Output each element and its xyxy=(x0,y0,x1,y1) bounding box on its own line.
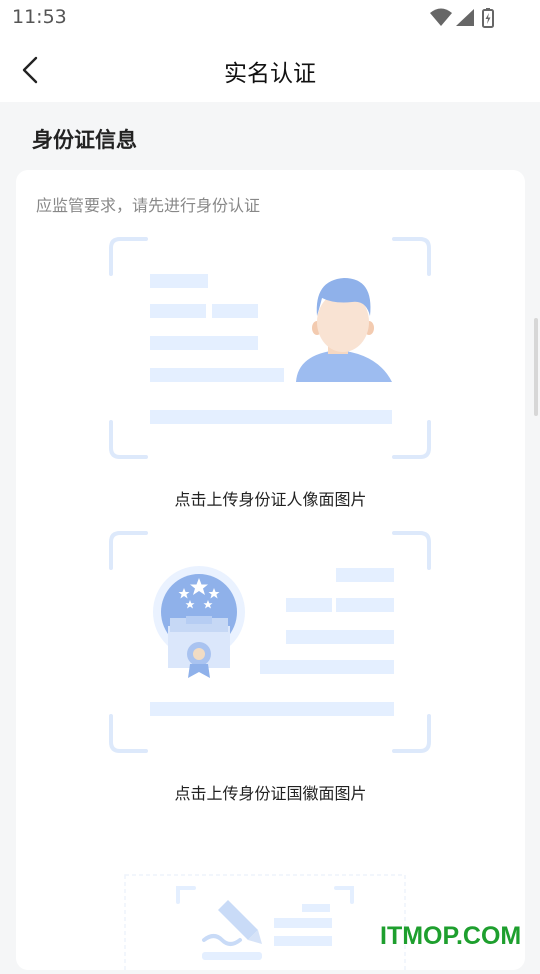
upload-id-back-button[interactable] xyxy=(108,530,432,754)
portrait-icon xyxy=(296,278,392,382)
scrollbar[interactable] xyxy=(534,318,538,416)
status-bar: 11:53 xyxy=(0,0,540,36)
signal-icon xyxy=(456,9,474,26)
nav-bar: 实名认证 xyxy=(0,36,540,102)
section-title: 身份证信息 xyxy=(32,128,137,152)
pen-icon xyxy=(202,900,262,960)
upload-back-label: 点击上传身份证国徽面图片 xyxy=(174,784,367,803)
id-back-illustration xyxy=(109,531,431,753)
page-title: 实名认证 xyxy=(224,61,316,87)
status-icons xyxy=(430,8,494,28)
battery-charging-icon xyxy=(482,8,494,28)
verification-hint: 应监管要求，请先进行身份认证 xyxy=(36,196,261,215)
upload-signature-area[interactable] xyxy=(124,874,406,974)
wifi-icon xyxy=(430,8,452,26)
upload-id-front-button[interactable] xyxy=(108,236,432,460)
national-emblem-icon xyxy=(153,566,245,678)
signature-illustration xyxy=(124,874,406,974)
upload-front-label: 点击上传身份证人像面图片 xyxy=(174,490,367,509)
status-time: 11:53 xyxy=(12,6,67,28)
watermark: ITMOP.COM xyxy=(380,922,522,950)
id-card-panel: 应监管要求，请先进行身份认证 点击上传身份证人像面图片 点击上传身份证国徽面图片 xyxy=(16,170,525,974)
id-front-illustration xyxy=(109,237,431,459)
